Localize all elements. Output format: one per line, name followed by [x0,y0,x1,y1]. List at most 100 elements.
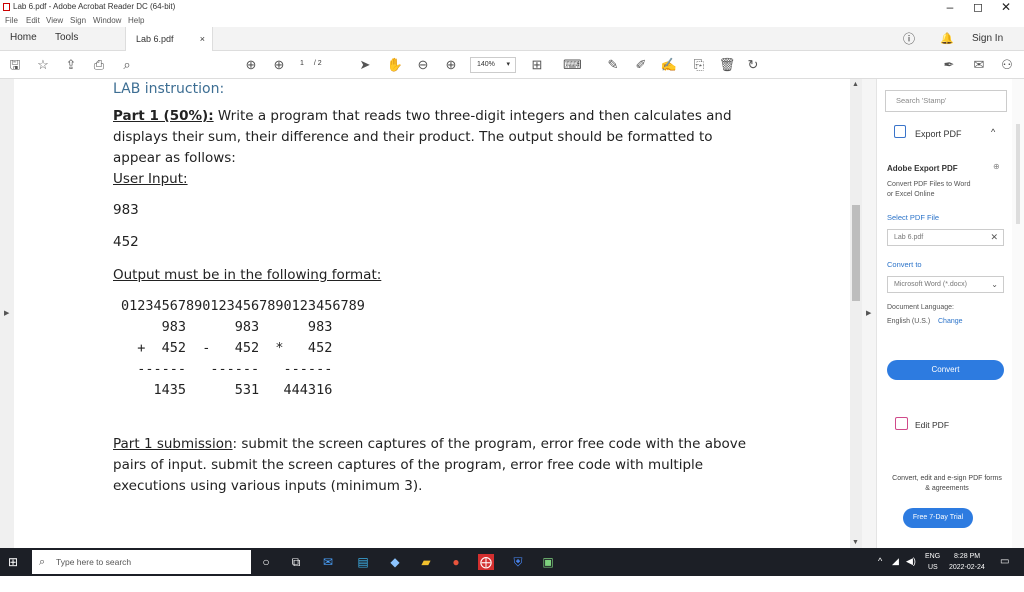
notification-center-icon[interactable]: ▭ [1000,556,1009,584]
pinned-app-icon[interactable]: ▤ [355,554,371,570]
file-explorer-icon[interactable]: ▰ [418,554,434,570]
format-select[interactable]: Microsoft Word (*.docx) ⌄ [887,276,1004,293]
side-scrollbar-thumb[interactable] [1016,124,1020,224]
expand-left-icon: ▶ [4,310,10,317]
scrollbar-thumb[interactable] [852,205,860,301]
tab-document[interactable]: Lab 6.pdf × [125,27,213,51]
security-shield-icon[interactable]: ⛨ [510,554,526,570]
output-row-dashes: ------ ------ ------ [121,361,333,377]
chrome-icon[interactable]: ● [448,554,464,570]
document-language-label: Document Language: [887,304,954,311]
menu-window[interactable]: Window [93,16,121,25]
pinned-app-icon[interactable]: ◆ [387,554,403,570]
document-tab-label: Lab 6.pdf [136,34,174,44]
windows-taskbar: ⊞ ⌕ Type here to search ○ ⧉ ✉ ▤ ◆ ▰ ● ⨁ … [0,548,1024,576]
document-scrollbar[interactable]: ▲ ▼ [850,79,862,548]
taskbar-search-input[interactable]: ⌕ Type here to search [32,550,251,574]
print-icon[interactable]: ⎙ [90,56,108,74]
tab-home[interactable]: Home [10,27,37,51]
sign-in-button[interactable]: Sign In [972,27,1003,51]
volume-icon[interactable]: ◀) [906,556,916,584]
mail-app-icon[interactable]: ✉ [320,554,336,570]
sign-icon[interactable]: ✍ [660,56,678,74]
hand-pan-icon[interactable]: ✋ [386,56,404,74]
document-view[interactable]: LAB instruction: Part 1 (50%): Write a p… [14,79,850,548]
close-window-button[interactable]: ✕ [986,0,1024,14]
bookmark-star-icon[interactable]: ☆ [34,56,52,74]
zoom-select[interactable]: 140% ▾ [470,57,516,73]
adobe-acrobat-taskbar-icon[interactable]: ⨁ [478,554,494,570]
info-icon[interactable]: ⊕ [993,162,1000,171]
selected-file-name: Lab 6.pdf [894,234,924,241]
output-row-operators: + 452 - 452 * 452 [121,340,333,356]
selected-file-field[interactable]: Lab 6.pdf ✕ [887,229,1004,246]
scroll-up-icon[interactable]: ▲ [852,81,859,88]
search-icon[interactable]: ⌕ [118,56,136,74]
tool-search-input[interactable]: Search 'Stamp' [885,90,1007,112]
email-icon[interactable]: ✉ [970,56,988,74]
clock-date[interactable]: 2022-02-24 [949,564,985,592]
tab-tools[interactable]: Tools [55,27,78,51]
task-view-icon[interactable]: ⧉ [288,554,304,570]
side-panel-scrollbar[interactable] [1012,79,1024,548]
next-page-icon[interactable]: ⊕ [270,56,288,74]
tab-bar: Home Tools Lab 6.pdf × ⓘ 🔔 Sign In [0,27,1024,51]
fill-sign-icon[interactable]: ✒ [940,56,958,74]
comment-icon[interactable]: ✎ [604,56,622,74]
page-fit-icon[interactable]: ⊞ [528,56,546,74]
menu-file[interactable]: File [5,16,18,25]
page-indicator[interactable]: 1 / 2 [300,60,322,67]
menu-edit[interactable]: Edit [26,16,40,25]
submission-title: Part 1 submission [113,436,233,452]
collapse-chevron-icon[interactable]: ^ [991,127,995,137]
chevron-down-icon: ▾ [506,61,510,68]
cortana-icon[interactable]: ○ [258,554,274,570]
convert-button[interactable]: Convert [887,360,1004,380]
convert-to-label: Convert to [887,260,922,269]
adobe-export-pdf-heading: Adobe Export PDF [887,164,958,173]
free-trial-button[interactable]: Free 7-Day Trial [903,508,973,528]
zoom-in-icon[interactable]: ⊕ [442,56,460,74]
scroll-down-icon[interactable]: ▼ [852,539,859,546]
notification-bell-icon[interactable]: 🔔 [940,27,954,51]
right-panel-toggle[interactable]: ▶ [862,79,876,548]
help-icon[interactable]: ⓘ [903,27,915,51]
submission-line-3: executions using various inputs (minimum… [113,478,423,494]
select-cursor-icon[interactable]: ➤ [356,56,374,74]
language-indicator-2[interactable]: US [928,564,938,592]
clear-file-icon[interactable]: ✕ [990,230,998,245]
convert-description: Convert PDF Files to Word or Excel Onlin… [887,181,971,198]
menu-help[interactable]: Help [128,16,144,25]
stamp-icon[interactable]: ⎘ [690,56,708,74]
close-tab-button[interactable]: × [200,27,205,51]
previous-page-icon[interactable]: ⊕ [242,56,260,74]
export-pdf-title[interactable]: Export PDF [915,129,962,139]
page-total: / 2 [313,60,322,67]
left-panel-toggle[interactable]: ▶ [0,79,14,548]
lab-heading: LAB instruction: [113,81,225,97]
zoom-out-icon[interactable]: ⊖ [414,56,432,74]
share-people-icon[interactable]: ⚇ [998,56,1016,74]
search-icon: ⌕ [39,556,46,568]
output-row-results: 1435 531 444316 [121,382,333,398]
pinned-app-icon[interactable]: ▣ [540,554,556,570]
part1-line-1: Write a program that reads two three-dig… [213,108,732,124]
highlight-pen-icon[interactable]: ✐ [632,56,650,74]
share-upload-icon[interactable]: ⇪ [62,56,80,74]
show-hidden-icons[interactable]: ^ [878,556,882,584]
keyboard-icon[interactable]: ⌨ [563,56,582,74]
network-icon[interactable]: ◢ [892,556,899,584]
windows-start-icon[interactable]: ⊞ [8,556,20,568]
window-title: Lab 6.pdf - Adobe Acrobat Reader DC (64-… [13,2,176,11]
save-icon[interactable]: 🖫 [6,56,24,74]
format-value: Microsoft Word (*.docx) [894,281,967,288]
change-language-link[interactable]: Change [938,318,963,325]
part1-paragraph: Part 1 (50%): Write a program that reads… [113,106,732,190]
menu-sign[interactable]: Sign [70,16,86,25]
edit-pdf-tool[interactable]: Edit PDF [915,420,949,430]
edit-pdf-icon [895,417,908,430]
menu-view[interactable]: View [46,16,63,25]
redo-icon[interactable]: ↻ [744,56,762,74]
delete-trash-icon[interactable]: 🗑 [718,56,736,74]
page-current[interactable]: 1 [300,60,304,67]
